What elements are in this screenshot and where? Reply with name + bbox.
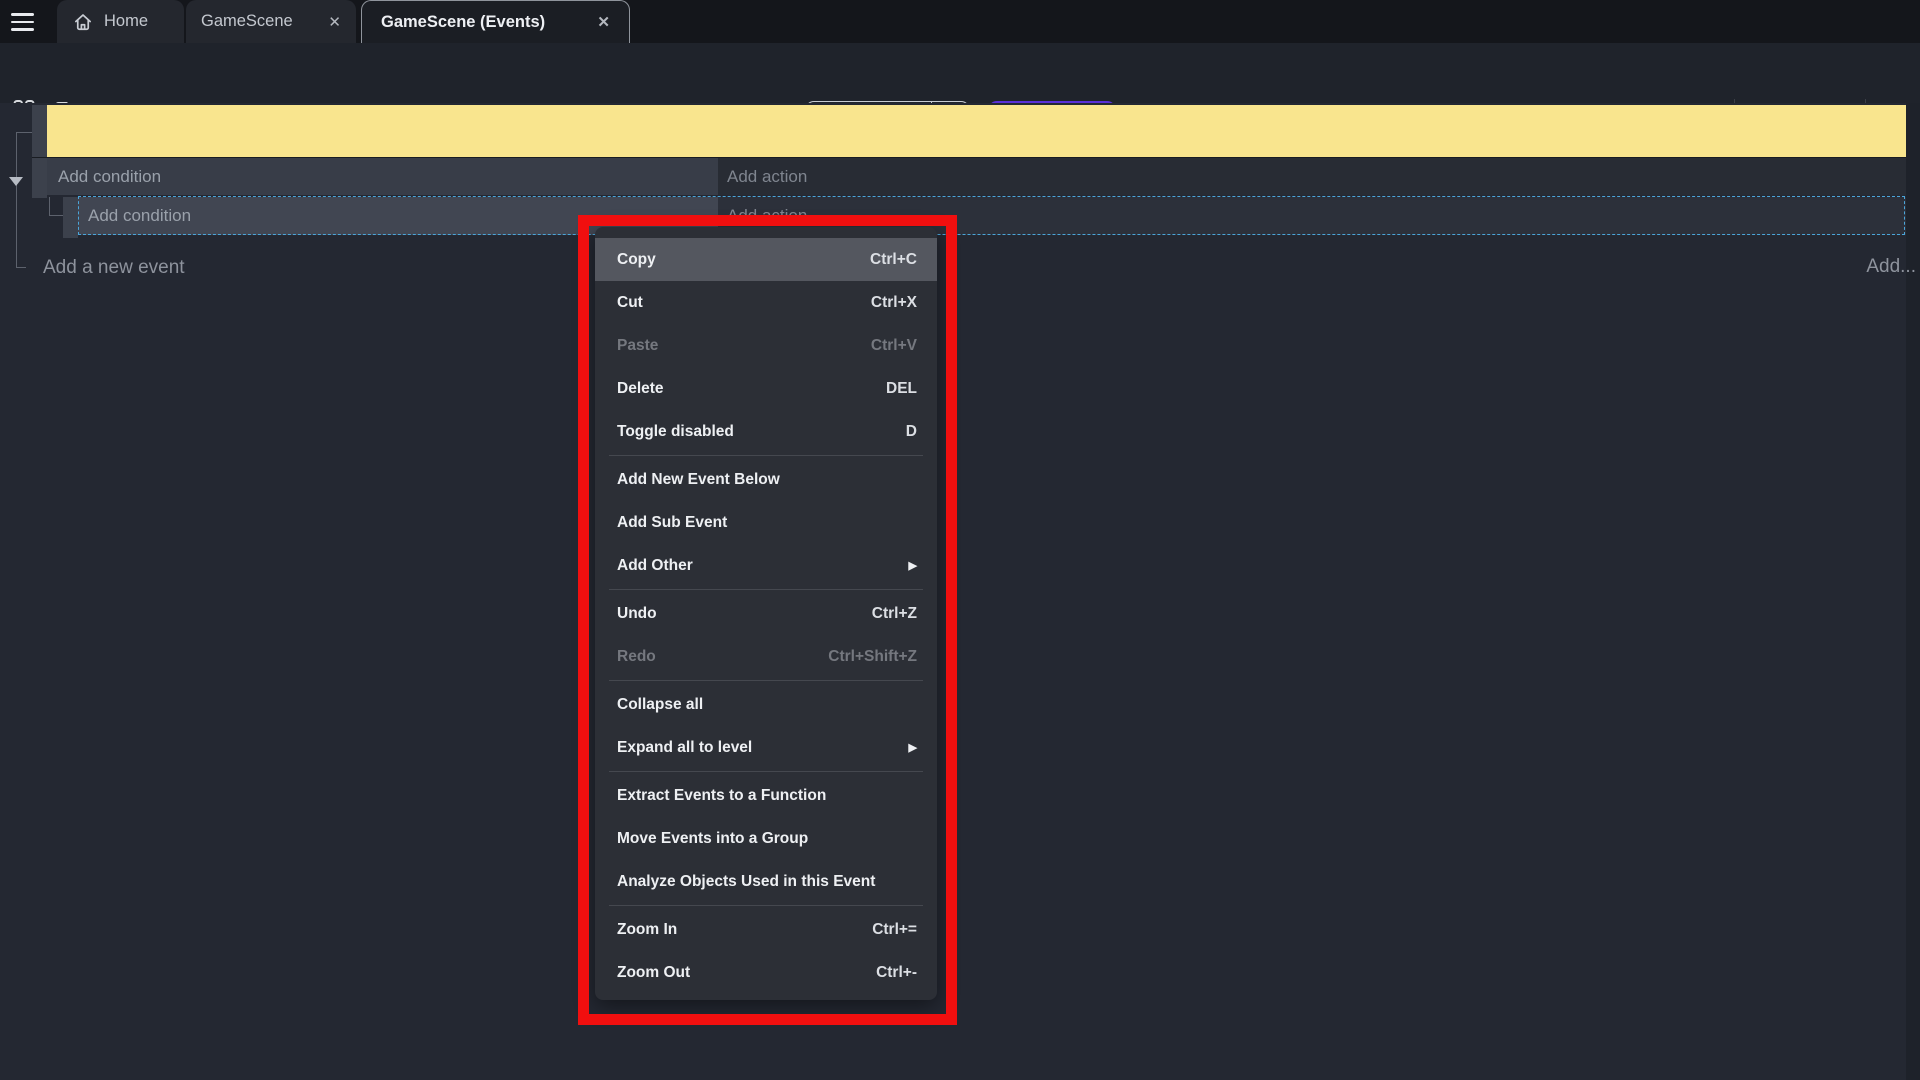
menu-item-add-new-event-below[interactable]: Add New Event Below (595, 458, 937, 501)
menu-item-add-other[interactable]: Add Other ▶ (595, 544, 937, 587)
menu-item-zoom-out[interactable]: Zoom Out Ctrl+- (595, 951, 937, 994)
menu-item-redo: Redo Ctrl+Shift+Z (595, 635, 937, 678)
menu-separator (609, 455, 923, 456)
submenu-arrow-icon: ▶ (909, 559, 917, 572)
menu-item-expand-all-to-level[interactable]: Expand all to level ▶ (595, 726, 937, 769)
menu-item-label: Delete (617, 380, 664, 398)
tab-home[interactable]: Home (57, 0, 184, 43)
selection-outline (78, 196, 1905, 235)
tab-gamescene[interactable]: GameScene ✕ (186, 0, 356, 43)
menu-item-label: Move Events into a Group (617, 830, 808, 848)
menu-item-label: Cut (617, 294, 643, 312)
menu-item-delete[interactable]: Delete DEL (595, 367, 937, 410)
tree-line (49, 215, 63, 216)
subevent-drag-handle[interactable] (63, 197, 78, 238)
menu-item-analyze-objects-used-in-this-event[interactable]: Analyze Objects Used in this Event (595, 860, 937, 903)
home-icon (73, 12, 93, 32)
menu-separator (609, 680, 923, 681)
add-action-link[interactable]: Add action (727, 158, 807, 195)
menu-item-label: Collapse all (617, 696, 703, 714)
menu-separator (609, 589, 923, 590)
menu-item-move-events-into-a-group[interactable]: Move Events into a Group (595, 817, 937, 860)
comment-event[interactable] (47, 105, 1906, 160)
menu-item-label: Add Sub Event (617, 514, 727, 532)
event-actions-area[interactable] (718, 158, 1906, 195)
add-new-event-link[interactable]: Add a new event (43, 253, 185, 283)
tree-line (16, 267, 26, 268)
menu-item-shortcut: Ctrl+= (872, 921, 917, 939)
add-more-link[interactable]: Add... (1866, 252, 1916, 282)
menu-item-label: Redo (617, 648, 656, 666)
menu-item-paste: Paste Ctrl+V (595, 324, 937, 367)
menu-item-shortcut: Ctrl+Shift+Z (828, 648, 917, 666)
menu-item-label: Zoom In (617, 921, 677, 939)
close-icon[interactable]: ✕ (597, 13, 610, 31)
menu-item-toggle-disabled[interactable]: Toggle disabled D (595, 410, 937, 453)
tree-line (16, 132, 32, 133)
close-icon[interactable]: ✕ (328, 13, 341, 31)
tab-label: Home (104, 12, 148, 31)
tab-bar: Home GameScene ✕ GameScene (Events) ✕ (0, 0, 1920, 43)
menu-item-shortcut: DEL (886, 380, 917, 398)
menu-item-label: Add New Event Below (617, 471, 780, 489)
menu-item-add-sub-event[interactable]: Add Sub Event (595, 501, 937, 544)
app-window: Home GameScene ✕ GameScene (Events) ✕ (0, 0, 1920, 1080)
submenu-arrow-icon: ▶ (909, 741, 917, 754)
menu-separator (609, 771, 923, 772)
tab-gamescene-events[interactable]: GameScene (Events) ✕ (361, 0, 630, 43)
scrollbar-track[interactable] (1906, 103, 1920, 1080)
menu-item-collapse-all[interactable]: Collapse all (595, 683, 937, 726)
event-drag-handle[interactable] (32, 105, 47, 198)
menu-item-copy[interactable]: Copy Ctrl+C (595, 238, 937, 281)
menu-item-label: Add Other (617, 557, 693, 575)
tab-label: GameScene (Events) (381, 13, 545, 32)
menu-item-label: Analyze Objects Used in this Event (617, 873, 875, 891)
tree-line (49, 197, 50, 216)
menu-item-label: Toggle disabled (617, 423, 734, 441)
tree-line (16, 132, 17, 268)
collapse-triangle-icon[interactable] (9, 177, 23, 186)
toolbar: Preview Publish (0, 43, 1920, 103)
menu-item-label: Zoom Out (617, 964, 690, 982)
menu-item-undo[interactable]: Undo Ctrl+Z (595, 592, 937, 635)
hamburger-menu-icon[interactable] (11, 9, 37, 35)
menu-item-label: Undo (617, 605, 657, 623)
context-menu: Copy Ctrl+C Cut Ctrl+X Paste Ctrl+V Delete DEL T… (595, 227, 937, 1000)
menu-item-label: Copy (617, 251, 656, 269)
menu-item-extract-events-to-a-function[interactable]: Extract Events to a Function (595, 774, 937, 817)
events-sheet: Add condition Add action Add condition A… (0, 103, 1920, 1080)
menu-item-cut[interactable]: Cut Ctrl+X (595, 281, 937, 324)
menu-item-shortcut: Ctrl+- (876, 964, 917, 982)
menu-item-label: Paste (617, 337, 658, 355)
menu-item-shortcut: Ctrl+X (871, 294, 917, 312)
menu-item-label: Expand all to level (617, 739, 752, 757)
add-condition-link[interactable]: Add condition (58, 158, 161, 195)
menu-item-label: Extract Events to a Function (617, 787, 826, 805)
menu-item-shortcut: Ctrl+V (871, 337, 917, 355)
menu-item-shortcut: Ctrl+Z (872, 605, 917, 623)
menu-item-zoom-in[interactable]: Zoom In Ctrl+= (595, 908, 937, 951)
menu-item-shortcut: D (906, 423, 917, 441)
tab-label: GameScene (201, 12, 293, 31)
menu-item-shortcut: Ctrl+C (870, 251, 917, 269)
menu-separator (609, 905, 923, 906)
